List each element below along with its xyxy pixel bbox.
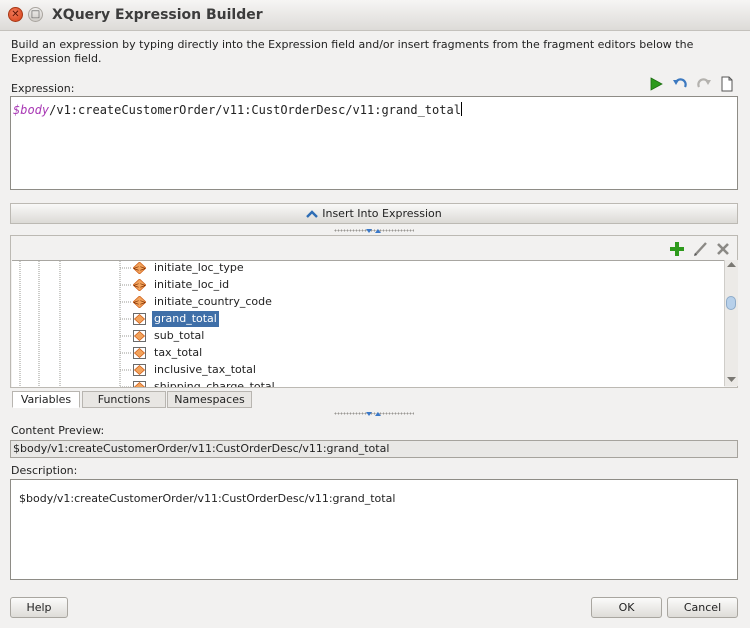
description-text: $body/v1:createCustomerOrder/v11:CustOrd… <box>19 492 396 505</box>
tree-node-label: sub_total <box>154 329 205 342</box>
tree-node-label: inclusive_tax_total <box>154 363 256 376</box>
insert-into-expression-button[interactable]: Insert Into Expression <box>10 203 738 224</box>
tree-node-label: grand_total <box>152 311 219 327</box>
close-icon: ✕ <box>11 9 20 20</box>
tree-node-label: initiate_loc_type <box>154 261 244 274</box>
maximize-window-button[interactable]: □ <box>28 7 43 22</box>
xml-element-icon <box>133 330 146 342</box>
tab-variables[interactable]: Variables <box>12 391 80 408</box>
tree-node-label: shipping_charge_total <box>154 380 275 387</box>
svg-text:<>: <> <box>133 281 146 290</box>
splitter-handle[interactable] <box>334 228 414 234</box>
tree-node-label: initiate_loc_id <box>154 278 230 291</box>
content-preview-field: $body/v1:createCustomerOrder/v11:CustOrd… <box>10 440 738 458</box>
maximize-icon: □ <box>30 9 41 20</box>
help-button[interactable]: Help <box>10 597 68 618</box>
xml-element-icon: <> <box>132 278 147 292</box>
svg-text:<>: <> <box>133 264 146 273</box>
scrollbar-thumb[interactable] <box>726 296 736 310</box>
tab-label: Variables <box>20 393 72 406</box>
expression-variable: $body <box>13 103 50 117</box>
edit-icon[interactable] <box>692 241 708 257</box>
tree-node-label: initiate_country_code <box>154 295 272 308</box>
tab-label: Functions <box>97 393 151 406</box>
expression-path: /v1:createCustomerOrder/v11:CustOrderDes… <box>49 103 461 117</box>
xml-element-icon <box>133 347 146 359</box>
xml-element-icon <box>133 313 146 325</box>
redo-icon[interactable] <box>696 76 712 92</box>
delete-icon[interactable] <box>715 241 731 257</box>
tree-node-label: tax_total <box>154 346 203 359</box>
content-preview-label: Content Preview: <box>11 424 105 437</box>
xml-element-icon <box>133 364 146 376</box>
chevron-up-icon <box>306 206 319 225</box>
tab-label: Namespaces <box>174 393 245 406</box>
intro-text: Build an expression by typing directly i… <box>11 38 694 65</box>
tab-functions[interactable]: Functions <box>82 391 166 408</box>
clear-icon[interactable] <box>719 76 735 92</box>
text-caret <box>460 102 462 116</box>
xml-element-icon <box>133 381 146 387</box>
splitter-handle[interactable] <box>334 411 414 417</box>
ok-button[interactable]: OK <box>591 597 662 618</box>
tree-scrollbar[interactable] <box>724 260 738 386</box>
description-field[interactable]: $body/v1:createCustomerOrder/v11:CustOrd… <box>10 479 738 580</box>
undo-icon[interactable] <box>672 76 688 92</box>
expression-label: Expression: <box>11 82 75 95</box>
svg-text:<>: <> <box>133 298 146 307</box>
variables-tree[interactable]: <> initiate_loc_type <> initiate_loc_id <> in… <box>12 260 724 387</box>
expression-field[interactable]: $body/v1:createCustomerOrder/v11:CustOrd… <box>10 96 738 190</box>
add-icon[interactable] <box>669 241 685 257</box>
insert-label: Insert Into Expression <box>322 207 442 220</box>
cancel-button[interactable]: Cancel <box>667 597 738 618</box>
xml-element-icon: <> <box>132 295 147 309</box>
description-label: Description: <box>11 464 78 477</box>
xml-element-icon: <> <box>132 261 147 275</box>
run-icon[interactable] <box>648 76 664 92</box>
window-title: XQuery Expression Builder <box>52 7 263 23</box>
tab-namespaces[interactable]: Namespaces <box>167 391 252 408</box>
close-window-button[interactable]: ✕ <box>8 7 23 22</box>
